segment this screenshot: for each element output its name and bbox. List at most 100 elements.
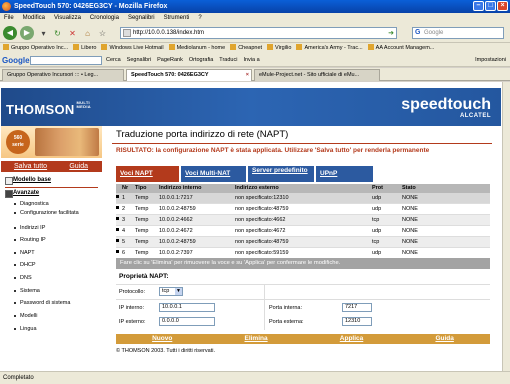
col-prot: Prot [372, 185, 383, 191]
maximize-button[interactable]: □ [485, 1, 496, 11]
sidebar-links: Salva tutto Guida [1, 161, 102, 172]
speedtouch-logo: speedtouch ALCATEL [401, 96, 491, 119]
table-row[interactable]: 1 Temp 10.0.0.1:7217 non specificato:12310 u… [116, 193, 490, 204]
guide-link[interactable]: Guida [69, 161, 88, 172]
menu-file[interactable]: File [4, 13, 14, 23]
tab-emule[interactable]: eMule-Project.net - Sito ufficiale di eM… [254, 69, 380, 81]
status-bar: Completato [0, 371, 510, 384]
menu-strumenti[interactable]: Strumenti [164, 13, 190, 23]
tab-voci-napt[interactable]: Voci NAPT [116, 166, 179, 182]
internal-ip-label: IP interno: [119, 305, 144, 311]
divider [5, 187, 98, 188]
nav-item-diagnostica[interactable]: Diagnostica [14, 201, 98, 207]
help-button[interactable]: Guida [435, 334, 453, 344]
bookmark-star-icon[interactable]: ☆ [97, 28, 108, 39]
tab-upnp[interactable]: UPnP [316, 166, 373, 182]
bookmark-item[interactable]: Windows Live Hotmail [101, 43, 163, 54]
nav-item-indirizzi-ip[interactable]: Indirizzi IP [14, 225, 98, 231]
menu-help[interactable]: ? [198, 13, 201, 23]
tab-speedtouch[interactable]: SpeedTouch 570: 0426EG3CY × [126, 69, 252, 81]
nav-item-dns[interactable]: DNS [14, 275, 98, 281]
nav-item-configurazione[interactable]: Configurazione facilitata [14, 210, 98, 216]
nav-basic-model[interactable]: Modello base [5, 176, 98, 185]
google-bookmarks-button[interactable]: Segnalibri [127, 54, 151, 66]
window-title: SpeedTouch 570: 0426EG3CY - Mozilla Fire… [14, 3, 168, 10]
forward-button[interactable]: ▶ [20, 26, 34, 40]
google-search-input[interactable] [30, 56, 102, 65]
nav-item-lingua[interactable]: Lingua [14, 326, 98, 332]
protocol-label: Protocollo: [119, 289, 145, 295]
pagerank-indicator: PageRank [157, 57, 183, 63]
internal-port-label: Porta interna: [269, 305, 303, 311]
address-bar[interactable]: http://10.0.0.138/index.htm ➜ [120, 27, 397, 39]
save-all-link[interactable]: Salva tutto [14, 161, 47, 172]
table-header: Nr Tipo Indirizzo interno Indirizzo este… [116, 184, 490, 193]
spellcheck-button[interactable]: Ortografia [189, 54, 213, 66]
bookmark-item[interactable]: America's Army - Trac... [296, 43, 362, 54]
tab-gruppo-operativo[interactable]: Gruppo Operativo Incursori ::: • Leg... [2, 69, 124, 81]
internal-ip-input[interactable]: 10.0.0.1 [159, 303, 215, 312]
send-to-button[interactable]: Invia a [243, 54, 259, 66]
menu-segnalibri[interactable]: Segnalibri [128, 13, 155, 23]
close-tab-icon[interactable]: × [246, 70, 249, 81]
table-row[interactable]: 2 Temp 10.0.0.2:48759 non specificato:48759… [116, 204, 490, 215]
google-search-button[interactable]: Cerca [106, 54, 121, 66]
page-title: Traduzione porta indirizzo di rete (NAPT… [116, 129, 289, 140]
menu-visualizza[interactable]: Visualizza [54, 13, 81, 23]
bookmark-item[interactable]: AA Account Managem... [368, 43, 435, 54]
translate-button[interactable]: Traduci [219, 54, 237, 66]
internal-port-input[interactable]: 7217 [342, 303, 372, 312]
page-icon [123, 29, 131, 37]
history-dropdown-icon[interactable]: ▾ [38, 28, 49, 39]
new-button[interactable]: Nuovo [152, 334, 172, 344]
delete-button[interactable]: Elimina [244, 334, 267, 344]
bookmark-item[interactable]: Libero [73, 43, 96, 54]
nav-item-dhcp[interactable]: DHCP [14, 262, 98, 268]
vertical-scrollbar[interactable] [502, 82, 510, 371]
nav-item-password[interactable]: Password di sistema [14, 300, 98, 306]
table-row[interactable]: 3 Temp 10.0.0.2:4662 non specificato:4662 tc… [116, 215, 490, 226]
bookmark-item[interactable]: Virgilio [267, 43, 291, 54]
result-message: RISULTATO: la configurazione NAPT è stat… [116, 147, 430, 154]
bookmark-item[interactable]: Gruppo Operativo Inc... [3, 43, 68, 54]
minimize-button[interactable]: – [473, 1, 484, 11]
sidebar-header: 560 serie [1, 126, 102, 158]
search-box[interactable]: G Google [412, 27, 504, 39]
nav-item-modelli[interactable]: Modelli [14, 313, 98, 319]
firefox-icon [2, 2, 11, 11]
bookmark-item[interactable]: Mediolanum - home [169, 43, 226, 54]
nav-item-napt[interactable]: NAPT [14, 250, 98, 256]
reload-icon[interactable]: ↻ [52, 28, 63, 39]
go-icon[interactable]: ➜ [388, 29, 394, 39]
action-bar: Nuovo Elimina Applica Guida [116, 334, 490, 344]
status-text: Completato [3, 375, 34, 381]
menu-modifica[interactable]: Modifica [23, 13, 45, 23]
home-icon[interactable]: ⌂ [82, 28, 93, 39]
tab-label: Gruppo Operativo Incursori ::: • Leg... [7, 72, 99, 78]
apply-button[interactable]: Applica [340, 334, 363, 344]
stop-icon[interactable]: ✕ [67, 28, 78, 39]
google-logo: Google [2, 56, 30, 65]
bookmark-item[interactable]: Cheapnet [230, 43, 262, 54]
nav-item-routing-ip[interactable]: Routing IP [14, 237, 98, 243]
table-row[interactable]: 4 Temp 10.0.0.2:4672 non specificato:4672 ud… [116, 226, 490, 237]
content-tabs: Voci NAPT Voci Multi-NAT Server predefin… [116, 166, 490, 182]
table-row[interactable]: 5 Temp 10.0.0.2:48759 non specificato:48759… [116, 237, 490, 248]
close-button[interactable]: × [497, 1, 508, 11]
tab-server-predefinito[interactable]: Server predefinito [248, 166, 314, 182]
protocol-select[interactable]: tcp ▼ [159, 287, 183, 296]
tab-voci-multi-nat[interactable]: Voci Multi-NAT [181, 166, 246, 182]
nav-advanced[interactable]: Avanzate [5, 189, 98, 198]
external-port-label: Porta esterna: [269, 319, 304, 325]
nav-item-sistema[interactable]: Sistema [14, 288, 98, 294]
tab-label: SpeedTouch 570: 0426EG3CY [131, 72, 209, 78]
back-button[interactable]: ◀ [3, 26, 17, 40]
external-ip-input[interactable]: 0.0.0.0 [159, 317, 215, 326]
hint-bar: Fare clic su 'Elimina' per rimuovere la … [116, 258, 490, 269]
menu-cronologia[interactable]: Cronologia [90, 13, 119, 23]
napt-properties: Proprietà NAPT: Protocollo: tcp ▼ IP int… [116, 272, 490, 330]
external-port-input[interactable]: 12310 [342, 317, 372, 326]
copyright-footer: © THOMSON 2003. Tutti i diritti riservat… [116, 348, 216, 354]
people-photo [35, 128, 99, 156]
settings-button[interactable]: Impostazioni [475, 54, 506, 66]
